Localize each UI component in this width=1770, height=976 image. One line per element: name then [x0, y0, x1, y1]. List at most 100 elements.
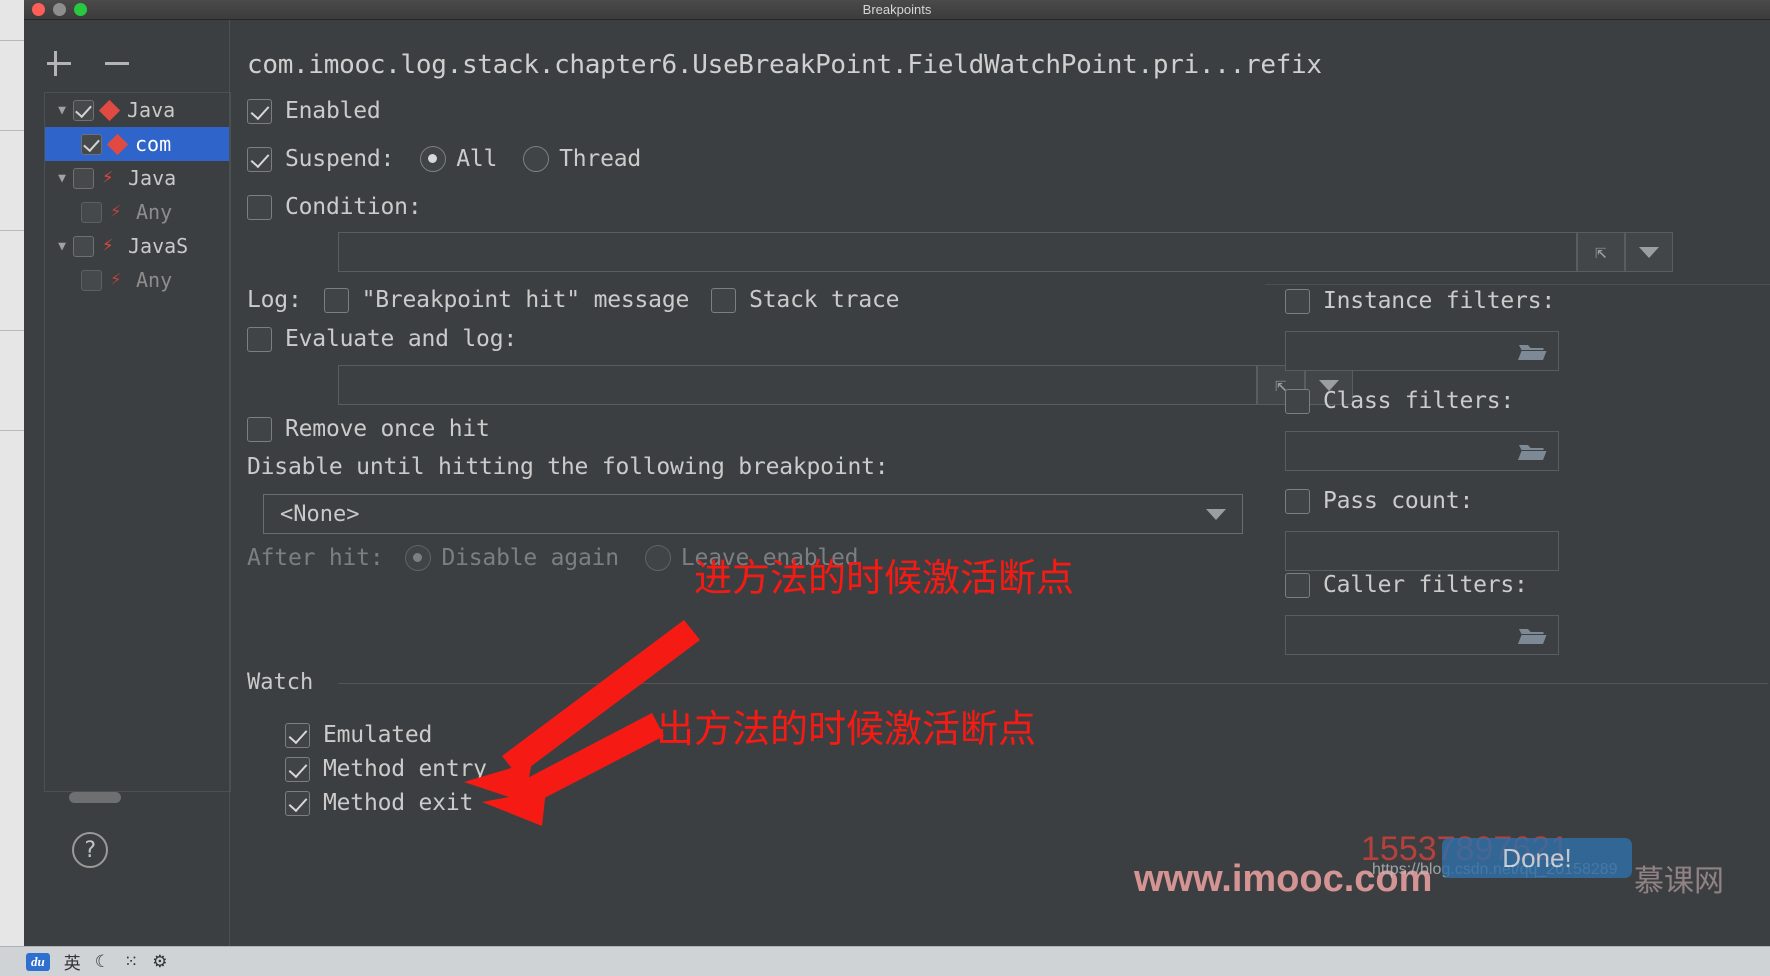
suspend-all-radio[interactable] — [420, 146, 447, 172]
system-dock: du 英 ☾ ⁙ ⚙ — [0, 946, 1770, 976]
instance-filters-checkbox[interactable] — [1285, 288, 1310, 314]
language-icon[interactable]: 英 — [64, 949, 81, 974]
enabled-row[interactable]: Enabled — [247, 98, 381, 124]
remove-once-hit-row[interactable]: Remove once hit — [247, 416, 490, 442]
chevron-down-icon[interactable]: ▼ — [51, 103, 73, 118]
tree-item-java-line[interactable]: ▼ Java — [45, 93, 230, 127]
instance-filters-input[interactable] — [1285, 331, 1559, 371]
watch-emulated-row[interactable]: Emulated — [285, 722, 432, 748]
pass-count-row[interactable]: Pass count: — [1285, 488, 1473, 514]
breakpoint-diamond-icon — [106, 133, 129, 155]
class-filters-input[interactable] — [1285, 431, 1559, 471]
chevron-down-icon — [1639, 246, 1659, 258]
caller-filters-label: Caller filters: — [1323, 572, 1528, 598]
condition-input[interactable] — [338, 232, 1577, 272]
caller-filters-row[interactable]: Caller filters: — [1285, 572, 1528, 598]
suspend-thread-label: Thread — [559, 146, 642, 172]
pass-count-input[interactable] — [1285, 531, 1559, 571]
suspend-checkbox[interactable] — [247, 146, 272, 172]
log-row: Log: "Breakpoint hit" message Stack trac… — [247, 287, 899, 313]
watch-section-rule — [338, 683, 1768, 684]
caller-filters-checkbox[interactable] — [1285, 572, 1310, 598]
stack-trace-checkbox[interactable] — [711, 287, 737, 313]
caller-filters-input[interactable] — [1285, 615, 1559, 655]
moon-icon[interactable]: ☾ — [95, 952, 110, 972]
ime-icon[interactable]: du — [26, 952, 50, 971]
tree-item-checkbox[interactable] — [73, 167, 94, 189]
bolt-icon: ⚡ — [110, 268, 122, 290]
condition-expand-button[interactable]: ⇱ — [1577, 232, 1625, 272]
class-filters-checkbox[interactable] — [1285, 388, 1310, 414]
evaluate-and-log-checkbox[interactable] — [247, 326, 272, 352]
breakpoint-hit-message-label: "Breakpoint hit" message — [361, 287, 690, 313]
tree-item-checkbox[interactable] — [81, 133, 102, 155]
breakpoint-tree-pane: ▼ Java com ▼ ⚡ Java ⚡ Any ▼ ⚡ JavaS ⚡ An… — [24, 20, 231, 946]
class-filters-row[interactable]: Class filters: — [1285, 388, 1514, 414]
tree-item-checkbox[interactable] — [81, 269, 102, 291]
tree-item-checkbox[interactable] — [73, 235, 94, 257]
after-hit-disable-again-radio — [405, 545, 432, 571]
tree-item-any-1[interactable]: ⚡ Any — [45, 195, 230, 229]
tree-item-checkbox[interactable] — [73, 99, 94, 121]
folder-icon[interactable] — [1518, 440, 1548, 462]
method-entry-label: Method entry — [323, 756, 487, 782]
emulated-label: Emulated — [323, 722, 433, 748]
tree-horizontal-scrollbar[interactable] — [69, 792, 121, 803]
after-hit-label: After hit: — [247, 545, 384, 571]
watch-method-exit-row[interactable]: Method exit — [285, 790, 473, 816]
chevron-down-icon — [1206, 508, 1226, 520]
method-entry-checkbox[interactable] — [285, 756, 310, 782]
mic-icon[interactable]: ⁙ — [124, 952, 138, 972]
evaluate-and-log-input[interactable] — [338, 365, 1257, 405]
mooc-cn-watermark: 慕课网 — [1634, 864, 1724, 899]
suspend-row[interactable]: Suspend: All Thread — [247, 146, 641, 172]
folder-icon[interactable] — [1518, 340, 1548, 362]
tree-toolbar — [44, 48, 132, 78]
pass-count-label: Pass count: — [1323, 488, 1474, 514]
condition-row[interactable]: Condition: — [247, 194, 422, 220]
tree-item-label: com — [135, 132, 172, 156]
emulated-checkbox[interactable] — [285, 722, 310, 748]
class-filters-label: Class filters: — [1323, 388, 1515, 414]
help-button[interactable]: ? — [72, 832, 108, 868]
condition-checkbox[interactable] — [247, 194, 272, 220]
bolt-icon: ⚡ — [102, 234, 114, 256]
gear-icon[interactable]: ⚙ — [152, 952, 167, 972]
disable-until-dropdown[interactable]: <None> — [263, 494, 1243, 534]
breakpoint-diamond-icon — [98, 99, 121, 121]
tree-item-com[interactable]: com — [45, 127, 230, 161]
add-breakpoint-button[interactable] — [44, 48, 74, 78]
instance-filters-row[interactable]: Instance filters: — [1285, 288, 1555, 314]
after-hit-leave-enabled-radio — [644, 545, 671, 571]
suspend-label: Suspend: — [285, 146, 395, 172]
suspend-thread-radio[interactable] — [523, 146, 550, 172]
tree-item-java-field[interactable]: ▼ ⚡ Java — [45, 161, 230, 195]
condition-history-button[interactable] — [1625, 232, 1673, 272]
tree-item-label: JavaS — [128, 234, 189, 258]
tree-item-checkbox[interactable] — [81, 201, 102, 223]
chevron-down-icon[interactable]: ▼ — [51, 171, 73, 186]
evaluate-and-log-label: Evaluate and log: — [285, 326, 518, 352]
entry-annotation-text: 进方法的时候激活断点 — [694, 556, 1075, 600]
enabled-checkbox[interactable] — [247, 98, 272, 124]
tree-item-javascript[interactable]: ▼ ⚡ JavaS — [45, 229, 230, 263]
remove-once-hit-checkbox[interactable] — [247, 416, 272, 442]
filters-top-divider — [1265, 284, 1770, 285]
breakpoint-hit-message-checkbox[interactable] — [323, 287, 349, 313]
chevron-down-icon[interactable]: ▼ — [51, 239, 73, 254]
folder-icon[interactable] — [1518, 624, 1548, 646]
tree-item-any-2[interactable]: ⚡ Any — [45, 263, 230, 297]
watch-method-entry-row[interactable]: Method entry — [285, 756, 487, 782]
window-body: ▼ Java com ▼ ⚡ Java ⚡ Any ▼ ⚡ JavaS ⚡ An… — [24, 20, 1770, 946]
breakpoint-tree[interactable]: ▼ Java com ▼ ⚡ Java ⚡ Any ▼ ⚡ JavaS ⚡ An… — [44, 92, 231, 792]
evaluate-and-log-row[interactable]: Evaluate and log: — [247, 326, 517, 352]
remove-breakpoint-button[interactable] — [102, 48, 132, 78]
pass-count-checkbox[interactable] — [1285, 488, 1310, 514]
window-titlebar: Breakpoints — [24, 0, 1770, 20]
method-exit-checkbox[interactable] — [285, 790, 310, 816]
enabled-label: Enabled — [285, 98, 381, 124]
bolt-icon: ⚡ — [110, 200, 122, 222]
instance-filters-label: Instance filters: — [1323, 288, 1556, 314]
breakpoint-detail-pane: com.imooc.log.stack.chapter6.UseBreakPoi… — [230, 20, 1770, 946]
breakpoints-window: Breakpoints ▼ Java com ▼ ⚡ Java ⚡ Any ▼ … — [24, 0, 1770, 946]
